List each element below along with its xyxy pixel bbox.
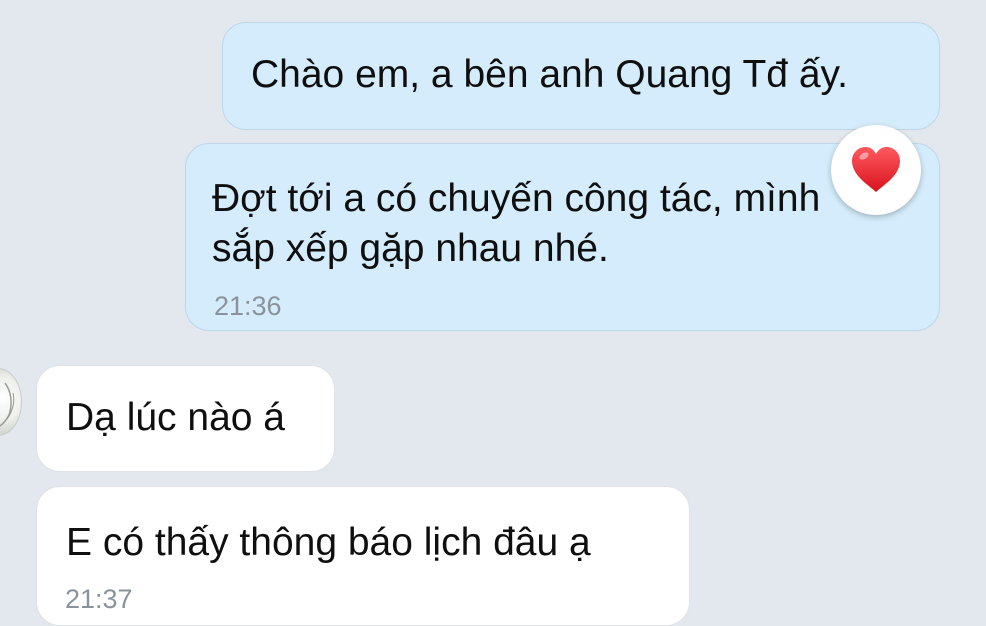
message-timestamp: 21:37 [65, 584, 133, 614]
message-bubble-incoming[interactable]: E có thấy thông báo lịch đâu ạ 21:37 [36, 486, 690, 626]
message-bubble-outgoing[interactable]: Chào em, a bên anh Quang Tđ ấy. [222, 22, 940, 130]
message-text: Dạ lúc nào á [66, 396, 285, 439]
message-bubble-incoming[interactable]: Dạ lúc nào á [36, 365, 335, 472]
reaction-badge[interactable] [831, 125, 921, 215]
message-timestamp: 21:36 [214, 291, 282, 321]
message-text: Chào em, a bên anh Quang Tđ ấy. [251, 53, 848, 96]
message-text: E có thấy thông báo lịch đâu ạ [66, 521, 591, 564]
avatar-image [0, 382, 15, 427]
message-text: Đợt tới a có chuyến công tác, mình sắp x… [212, 177, 821, 270]
message-bubble-outgoing[interactable]: Đợt tới a có chuyến công tác, mình sắp x… [185, 143, 940, 331]
contact-avatar[interactable] [0, 368, 22, 436]
heart-icon [852, 147, 900, 192]
